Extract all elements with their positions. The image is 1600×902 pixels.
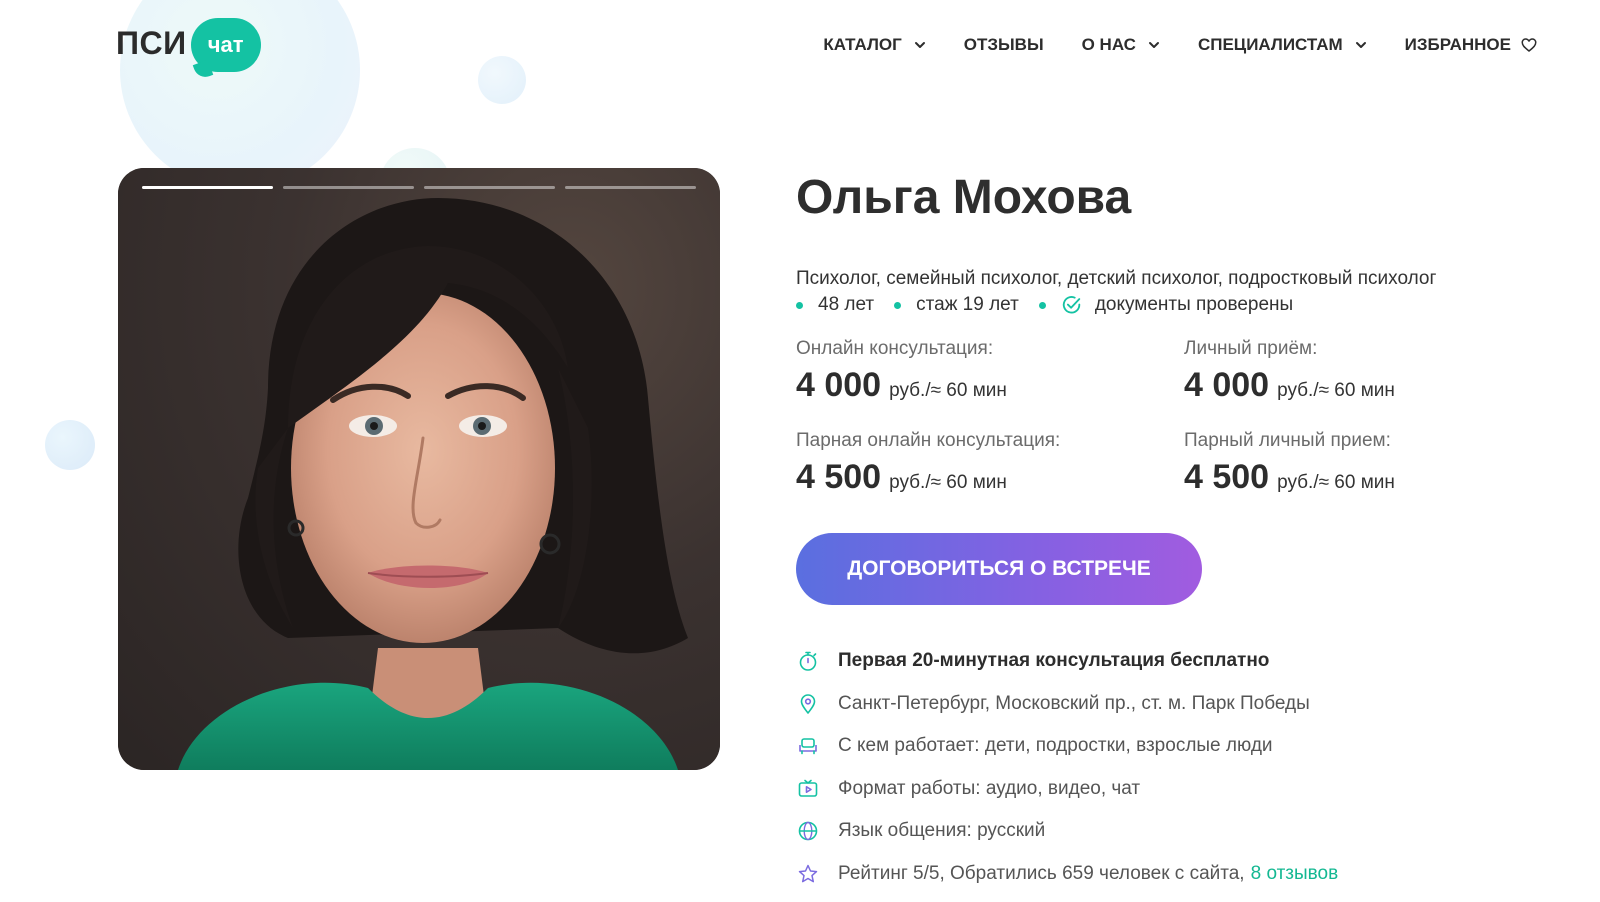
price-unit: руб./≈ 60 мин [889,380,1007,401]
price-amount: 4 000 [796,366,882,404]
carousel-indicator[interactable] [283,186,414,189]
price-label: Онлайн консультация: [796,338,994,359]
detail-format: Формат работы: аудио, видео, чат [796,768,1338,811]
nav-item-reviews[interactable]: ОТЗЫВЫ [964,32,1044,58]
decor-bubble [478,56,526,104]
specialist-experience: стаж 19 лет [916,294,1019,315]
nav-item-label: КАТАЛОГ [823,35,902,54]
detail-rating: Рейтинг 5/5, Обратились 659 человек с са… [796,853,1338,896]
stopwatch-icon [799,651,817,672]
price-unit: руб./≈ 60 мин [889,472,1007,493]
price-unit: руб./≈ 60 мин [1277,380,1395,401]
price-in-person: Личный приём: 4 000 руб./≈ 60 мин [1184,338,1395,405]
specialist-photo-carousel[interactable] [118,168,720,770]
carousel-progress [142,186,696,189]
carousel-indicator[interactable] [142,186,273,189]
chevron-down-icon [1355,42,1366,48]
book-meeting-button[interactable]: ДОГОВОРИТЬСЯ О ВСТРЕЧЕ [796,533,1202,605]
specialist-name: Ольга Мохова [796,171,1132,224]
chevron-down-icon [914,42,925,48]
star-icon [798,864,818,883]
detail-language: Язык общения: русский [796,810,1338,853]
bullet-dot [796,301,803,309]
decor-bubble [45,420,95,470]
specialist-age: 48 лет [818,294,875,315]
globe-icon [798,821,818,841]
nav-item-catalog[interactable]: КАТАЛОГ [823,32,925,58]
nav-item-label: О НАС [1081,35,1136,54]
main-nav: КАТАЛОГ ОТЗЫВЫ О НАС СПЕЦИАЛИСТАМ ИЗБРАН… [823,32,1538,58]
specialist-meta: 48 лет стаж 19 лет документы проверены [796,294,1293,316]
bullet-dot [894,301,902,309]
nav-item-label: СПЕЦИАЛИСТАМ [1197,35,1343,54]
bullet-dot [1038,301,1046,309]
nav-item-label: ОТЗЫВЫ [963,35,1044,54]
price-couple-online: Парная онлайн консультация: 4 500 руб./≈ … [796,430,1060,497]
detail-text: Первая 20-минутная консультация бесплатн… [838,650,1270,672]
detail-text: Санкт-Петербург, Московский пр., ст. м. … [838,692,1310,714]
logo-chat-bubble: чат [190,18,261,72]
price-online: Онлайн консультация: 4 000 руб./≈ 60 мин [796,338,1007,405]
verified-check-icon [1062,296,1081,314]
detail-clients: С кем работает: дети, подростки, взрослы… [796,725,1338,768]
specialist-specializations: Психолог, семейный психолог, детский пси… [796,268,1437,289]
detail-text: С кем работает: дети, подростки, взрослы… [838,735,1273,757]
price-label: Парный личный прием: [1184,430,1391,451]
chevron-down-icon [1148,42,1159,48]
detail-text: Язык общения: русский [838,820,1046,842]
carousel-indicator[interactable] [424,186,555,189]
nav-item-about[interactable]: О НАС [1082,32,1160,58]
nav-item-favorites[interactable]: ИЗБРАННОЕ [1405,32,1538,58]
detail-location: Санкт-Петербург, Московский пр., ст. м. … [796,683,1338,726]
site-logo[interactable]: ПСИ чат [116,10,261,76]
logo-text: ПСИ [116,24,187,61]
price-label: Парная онлайн консультация: [796,430,1061,451]
price-amount: 4 500 [796,458,882,496]
documents-verified: документы проверены [1094,294,1294,315]
price-label: Личный приём: [1184,338,1318,359]
detail-text: Рейтинг 5/5, Обратились 659 человек с са… [838,862,1245,884]
video-play-icon [798,779,818,797]
price-amount: 4 000 [1184,366,1270,404]
specialist-details-list: Первая 20-минутная консультация бесплатн… [796,640,1338,895]
heart-icon [1521,38,1537,52]
carousel-indicator[interactable] [565,186,696,189]
logo-bubble-text: чат [207,32,244,57]
price-couple-in-person: Парный личный прием: 4 500 руб./≈ 60 мин [1184,430,1395,497]
reviews-link[interactable]: 8 отзывов [1251,863,1339,885]
armchair-icon [799,738,817,755]
price-amount: 4 500 [1184,458,1270,496]
specialist-photo [178,198,689,770]
detail-text: Формат работы: аудио, видео, чат [838,777,1141,799]
detail-free-consultation: Первая 20-минутная консультация бесплатн… [796,640,1338,683]
price-unit: руб./≈ 60 мин [1277,472,1395,493]
nav-item-label: ИЗБРАННОЕ [1404,35,1511,54]
location-pin-icon [800,693,816,714]
nav-item-specialists[interactable]: СПЕЦИАЛИСТАМ [1198,32,1367,58]
